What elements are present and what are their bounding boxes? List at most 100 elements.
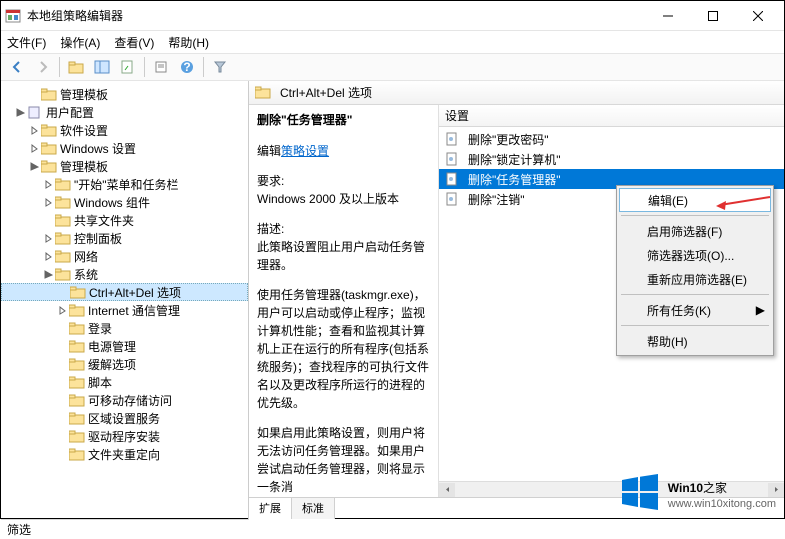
tab-extended[interactable]: 扩展 <box>249 498 292 519</box>
req-value: Windows 2000 及以上版本 <box>257 192 399 206</box>
expand-icon[interactable] <box>27 123 41 137</box>
tree-internet-comm[interactable]: Internet 通信管理 <box>88 302 180 319</box>
menu-action[interactable]: 操作(A) <box>60 34 100 51</box>
filter-button[interactable] <box>208 55 232 79</box>
tree-mitigation[interactable]: 缓解选项 <box>88 356 136 373</box>
tree-power-mgmt[interactable]: 电源管理 <box>88 338 136 355</box>
folder-icon <box>41 159 57 173</box>
tree-logon[interactable]: 登录 <box>88 320 112 337</box>
menu-bar: 文件(F) 操作(A) 查看(V) 帮助(H) <box>1 31 784 53</box>
menu-help[interactable]: 帮助(H) <box>168 34 209 51</box>
list-item[interactable]: 删除"锁定计算机" <box>439 149 784 169</box>
policy-settings-link[interactable]: 策略设置 <box>281 144 329 158</box>
tree-network[interactable]: 网络 <box>74 248 98 265</box>
policy-icon <box>445 152 461 166</box>
tree-software-settings[interactable]: 软件设置 <box>60 122 108 139</box>
scroll-left-button[interactable] <box>439 483 455 497</box>
menu-reapply-filter[interactable]: 重新应用筛选器(E) <box>619 267 771 291</box>
window-title: 本地组策略编辑器 <box>27 7 645 24</box>
folder-icon <box>69 357 85 371</box>
menu-separator <box>621 294 769 295</box>
export-button[interactable] <box>149 55 173 79</box>
folder-icon <box>55 249 71 263</box>
svg-text:?: ? <box>183 60 190 74</box>
folder-icon <box>41 141 57 155</box>
tree-locale-services[interactable]: 区域设置服务 <box>88 410 160 427</box>
watermark: Win10之家 www.win10xitong.com <box>620 472 776 512</box>
expand-icon[interactable] <box>41 231 55 245</box>
expand-icon[interactable] <box>55 303 69 317</box>
menu-filter-on[interactable]: 启用筛选器(F) <box>619 219 771 243</box>
tree-folder-redirect[interactable]: 文件夹重定向 <box>88 446 160 463</box>
watermark-url: www.win10xitong.com <box>668 498 776 510</box>
tree-admin-templates-top[interactable]: 管理模板 <box>60 86 108 103</box>
menu-view[interactable]: 查看(V) <box>114 34 154 51</box>
folder-icon <box>55 195 71 209</box>
list-header[interactable]: 设置 <box>439 105 784 127</box>
folder-icon <box>69 447 85 461</box>
show-hide-tree-button[interactable] <box>90 55 114 79</box>
windows-logo-icon <box>620 472 660 512</box>
folder-icon <box>69 429 85 443</box>
tree-shared-folders[interactable]: 共享文件夹 <box>74 212 134 229</box>
tree-system[interactable]: 系统 <box>74 266 98 283</box>
tree-control-panel[interactable]: 控制面板 <box>74 230 122 247</box>
folder-icon <box>69 339 85 353</box>
content-title: Ctrl+Alt+Del 选项 <box>280 84 372 101</box>
policy-icon <box>445 132 461 146</box>
tree-scripts[interactable]: 脚本 <box>88 374 112 391</box>
req-label: 要求: <box>257 174 284 188</box>
annotation-arrow-icon <box>712 193 772 214</box>
menu-filter-options[interactable]: 筛选器选项(O)... <box>619 243 771 267</box>
folder-icon <box>55 213 71 227</box>
expand-icon[interactable] <box>13 105 27 119</box>
minimize-button[interactable] <box>645 2 690 30</box>
expand-icon[interactable] <box>27 159 41 173</box>
tree-ctrl-alt-del[interactable]: Ctrl+Alt+Del 选项 <box>89 284 181 301</box>
folder-icon <box>69 375 85 389</box>
folder-icon <box>69 303 85 317</box>
detail-pane: 删除"任务管理器" 编辑策略设置 要求:Windows 2000 及以上版本 描… <box>249 105 439 497</box>
folder-icon <box>41 87 57 101</box>
desc-3: 如果启用此策略设置，则用户将无法访问任务管理器。如果用户尝试启动任务管理器，则将… <box>257 424 430 496</box>
tree-windows-components[interactable]: Windows 组件 <box>74 194 150 211</box>
expand-icon[interactable] <box>41 195 55 209</box>
policy-icon <box>445 192 461 206</box>
list-item[interactable]: 删除"更改密码" <box>439 129 784 149</box>
tree-user-config[interactable]: 用户配置 <box>46 104 94 121</box>
title-bar: 本地组策略编辑器 <box>1 1 784 31</box>
forward-button[interactable] <box>31 55 55 79</box>
status-bar: 筛选 <box>1 519 249 539</box>
menu-separator <box>621 325 769 326</box>
tree-start-taskbar[interactable]: "开始"菜单和任务栏 <box>74 176 179 193</box>
properties-button[interactable] <box>116 55 140 79</box>
tree-driver-install[interactable]: 驱动程序安装 <box>88 428 160 445</box>
menu-all-tasks[interactable]: 所有任务(K)▶ <box>619 298 771 322</box>
content-header: Ctrl+Alt+Del 选项 <box>249 81 784 105</box>
menu-help[interactable]: 帮助(H) <box>619 329 771 353</box>
submenu-arrow-icon: ▶ <box>756 303 765 317</box>
desc-2: 使用任务管理器(taskmgr.exe)，用户可以启动或停止程序；监视计算机性能… <box>257 286 430 412</box>
tree-pane[interactable]: 管理模板 用户配置 软件设置 Windows 设置 管理模板 "开始"菜单和任务… <box>1 81 249 519</box>
desc-label: 描述: <box>257 222 284 236</box>
help-button[interactable]: ? <box>175 55 199 79</box>
detail-title: 删除"任务管理器" <box>257 111 430 128</box>
expand-icon[interactable] <box>41 177 55 191</box>
folder-icon <box>69 321 85 335</box>
close-button[interactable] <box>735 2 780 30</box>
up-button[interactable] <box>64 55 88 79</box>
expand-icon[interactable] <box>27 141 41 155</box>
tab-standard[interactable]: 标准 <box>292 498 335 519</box>
policy-icon <box>445 172 461 186</box>
maximize-button[interactable] <box>690 2 735 30</box>
folder-icon <box>55 177 71 191</box>
desc-1: 此策略设置阻止用户启动任务管理器。 <box>257 240 425 272</box>
back-button[interactable] <box>5 55 29 79</box>
tree-windows-settings[interactable]: Windows 设置 <box>60 140 136 157</box>
expand-icon[interactable] <box>41 267 55 281</box>
expand-icon[interactable] <box>41 249 55 263</box>
config-icon <box>27 105 43 119</box>
menu-file[interactable]: 文件(F) <box>7 34 46 51</box>
tree-removable-storage[interactable]: 可移动存储访问 <box>88 392 172 409</box>
tree-admin-templates[interactable]: 管理模板 <box>60 158 108 175</box>
